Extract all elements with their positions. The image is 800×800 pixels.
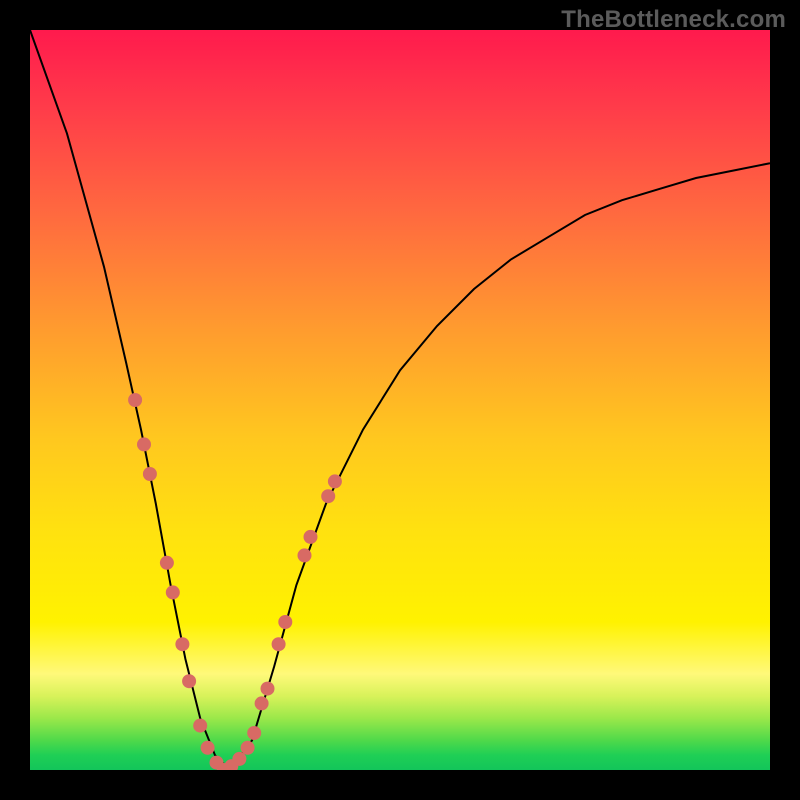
data-marker [241, 741, 255, 755]
data-marker [137, 437, 151, 451]
data-marker [128, 393, 142, 407]
data-marker [143, 467, 157, 481]
data-marker [298, 548, 312, 562]
data-marker [272, 637, 286, 651]
data-marker [328, 474, 342, 488]
chart-svg [30, 30, 770, 770]
data-marker [261, 682, 275, 696]
data-marker [247, 726, 261, 740]
data-marker [321, 489, 335, 503]
data-marker [160, 556, 174, 570]
data-marker [304, 530, 318, 544]
data-marker [201, 741, 215, 755]
marker-group [128, 393, 342, 770]
data-marker [255, 696, 269, 710]
data-marker [278, 615, 292, 629]
chart-plot-area [30, 30, 770, 770]
watermark-text: TheBottleneck.com [561, 6, 786, 34]
data-marker [175, 637, 189, 651]
data-marker [232, 752, 246, 766]
data-marker [166, 585, 180, 599]
data-marker [182, 674, 196, 688]
data-marker [193, 719, 207, 733]
